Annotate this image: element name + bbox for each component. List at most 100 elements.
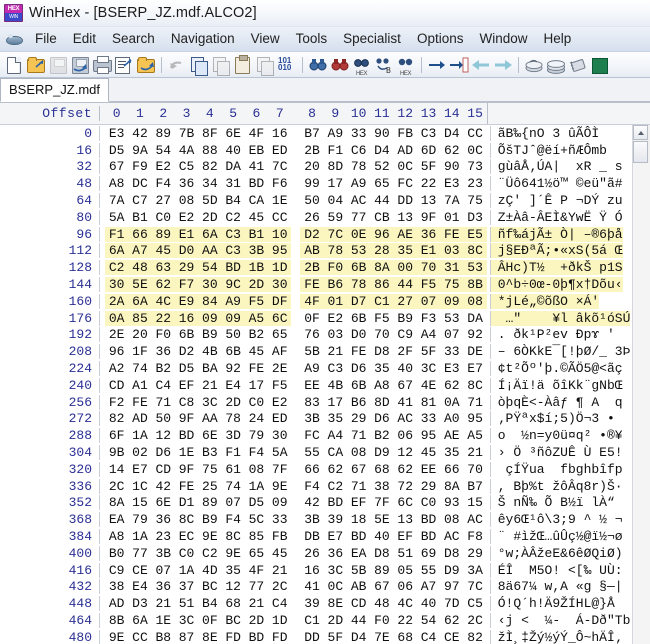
hex-byte[interactable]: 55 [417, 563, 440, 578]
hex-byte[interactable]: C6 [347, 143, 370, 158]
hex-row[interactable]: 96 F1 66 89 E1 6A C3 B1 10 D2 7C 0E 96 AE 36 FE E5 ñf‰ájÃ… [0, 226, 632, 243]
hex-byte[interactable]: 62 [440, 143, 463, 158]
hex-byte[interactable]: 52 [370, 159, 393, 174]
hex-byte[interactable]: EC [175, 529, 198, 544]
hex-byte[interactable]: 22 [417, 176, 440, 191]
open-folder-icon[interactable] [135, 54, 157, 76]
hex-byte[interactable]: 61 [221, 462, 244, 477]
hex-byte[interactable]: 7E [370, 630, 393, 644]
hex-byte[interactable]: BC [198, 579, 221, 594]
hex-row[interactable]: 224 A2 74 B2 D5 BA 92 FE 2E A9 C3 D6 35 40 3C E3 E7 ¢t²Õº… [0, 360, 632, 377]
row-ascii[interactable]: › Ö ³ñôZUÊ Ù E5! [489, 445, 623, 461]
hex-row[interactable]: 352 8A 15 6E D1 89 07 D5 09 42 BD EF 7F 6C C0 93 15 Š nÑ‰… [0, 495, 632, 512]
hex-byte[interactable]: A2 [105, 361, 128, 376]
hex-byte[interactable]: CC [268, 210, 291, 225]
hex-byte[interactable]: 45 [151, 243, 175, 259]
row-ascii[interactable]: j§EÐªÃ;•«xS(5á Œ [489, 243, 623, 259]
hex-byte[interactable]: 16 [174, 310, 199, 326]
hex-byte[interactable]: 4F [245, 126, 268, 141]
row-bytes[interactable]: C9 CE 07 1A 4D 35 4F 21 16 3C 5B 89 05 55 D9 3A [99, 562, 487, 578]
hex-byte[interactable]: 2E [268, 361, 291, 376]
hex-byte[interactable]: 1E [268, 193, 291, 208]
hex-byte[interactable]: 6C [268, 310, 292, 326]
hex-byte[interactable]: 3B [152, 546, 175, 561]
hex-byte[interactable]: D0 [347, 327, 370, 342]
hex-byte[interactable]: A9 [347, 176, 370, 191]
hex-byte[interactable]: 33 [417, 411, 440, 426]
row-bytes[interactable]: A8 DC F4 36 34 31 BD F6 99 17 A9 65 FC 22 E3 23 [99, 176, 487, 192]
hex-byte[interactable]: 36 [152, 512, 175, 527]
hex-byte[interactable]: 62 [324, 462, 347, 477]
row-bytes[interactable]: D5 9A 54 4A 88 40 EB ED 2B F1 C6 D4 AD 6D 62 0C [99, 142, 487, 158]
save-as-icon[interactable] [69, 54, 91, 76]
menu-item-specialist[interactable]: Specialist [335, 29, 409, 49]
hex-byte[interactable]: 35 [370, 361, 393, 376]
hex-byte[interactable]: 36 [152, 579, 175, 594]
open-disk-icon[interactable] [523, 54, 545, 76]
row-bytes[interactable]: 30 5E 62 F7 30 9C 2D 30 FE B6 78 86 44 F5 75 8B [99, 277, 487, 293]
hex-byte[interactable]: C7 [128, 193, 151, 208]
menu-item-window[interactable]: Window [471, 29, 535, 49]
hex-byte[interactable]: 07 [221, 495, 244, 510]
hex-byte[interactable]: 7C [323, 226, 347, 242]
hex-byte[interactable]: 41 [300, 579, 323, 594]
hex-byte[interactable]: 06 [394, 579, 417, 594]
hex-byte[interactable]: F8 [463, 529, 486, 544]
hex-byte[interactable]: BD [245, 176, 268, 191]
copy-icon[interactable] [188, 54, 210, 76]
hex-row[interactable]: 256 F2 FE 71 C8 3C 2D C0 E2 83 17 B6 8D 41 81 0A 71 òþqÈ<… [0, 394, 632, 411]
hex-byte[interactable]: 40 [370, 529, 393, 544]
hex-byte[interactable]: 40 [394, 361, 417, 376]
hex-byte[interactable]: 62 [394, 462, 417, 477]
hex-byte[interactable]: B4 [198, 596, 221, 611]
hex-byte[interactable]: 12 [152, 428, 175, 443]
hex-byte[interactable]: 9A [128, 143, 151, 158]
row-bytes[interactable]: A2 74 B2 D5 BA 92 FE 2E A9 C3 D6 35 40 3C E3 E7 [99, 361, 487, 377]
hex-byte[interactable]: 3C [324, 563, 347, 578]
row-bytes[interactable]: C2 48 63 29 54 BD 1B 1D 2B F0 6B 8A 00 70 31 53 [99, 260, 487, 276]
hex-byte[interactable]: 83 [300, 395, 323, 410]
hex-byte[interactable]: 03 [440, 243, 464, 259]
hex-byte[interactable]: AC [463, 512, 486, 527]
hex-byte[interactable]: A0 [440, 411, 463, 426]
scrollbar-thumb[interactable] [633, 141, 648, 163]
hex-byte[interactable]: C3 [417, 126, 440, 141]
hex-byte[interactable]: 14 [105, 462, 128, 477]
hex-byte[interactable]: CE [128, 563, 151, 578]
goto-marker-icon[interactable] [448, 54, 470, 76]
hex-byte[interactable]: 89 [198, 495, 221, 510]
hex-byte[interactable]: AC [394, 411, 417, 426]
hex-byte[interactable]: 8B [463, 277, 487, 293]
hex-byte[interactable]: 50 [221, 327, 244, 342]
hex-byte[interactable]: 30 [268, 277, 292, 293]
hex-byte[interactable]: B1 [128, 210, 151, 225]
hex-byte[interactable]: 0C [463, 143, 486, 158]
hex-byte[interactable]: 53 [463, 260, 487, 276]
hex-byte[interactable]: 36 [416, 226, 441, 242]
hex-byte[interactable]: E7 [128, 462, 151, 477]
hex-byte[interactable]: 4E [417, 378, 440, 393]
hex-byte[interactable]: A8 [105, 529, 128, 544]
hex-byte[interactable]: A4 [417, 327, 440, 342]
scroll-up-arrow-icon[interactable] [633, 125, 648, 140]
hex-byte[interactable]: 12 [394, 445, 417, 460]
hex-byte[interactable]: E3 [105, 126, 128, 141]
hex-byte[interactable]: 9C [221, 277, 245, 293]
hex-byte[interactable]: B3 [198, 445, 221, 460]
hex-byte[interactable]: 35 [221, 563, 244, 578]
hex-byte[interactable]: 78 [221, 411, 244, 426]
hex-byte[interactable]: 86 [370, 277, 394, 293]
hex-byte[interactable]: BD [347, 529, 370, 544]
hex-byte[interactable]: 62 [440, 378, 463, 393]
hex-byte[interactable]: 1F [128, 344, 151, 359]
hex-byte[interactable]: C9 [394, 327, 417, 342]
find-hex-values-icon[interactable]: HEX [351, 54, 373, 77]
hex-byte[interactable]: 29 [417, 479, 440, 494]
hex-byte[interactable]: 1A [128, 529, 151, 544]
hex-byte[interactable]: 30 [198, 277, 222, 293]
hex-byte[interactable]: 7F [268, 462, 291, 477]
hex-byte[interactable]: 2C [105, 479, 128, 494]
hex-byte[interactable]: 82 [463, 630, 486, 644]
hex-byte[interactable]: 9E [105, 630, 128, 644]
hex-byte[interactable]: 70 [463, 462, 486, 477]
